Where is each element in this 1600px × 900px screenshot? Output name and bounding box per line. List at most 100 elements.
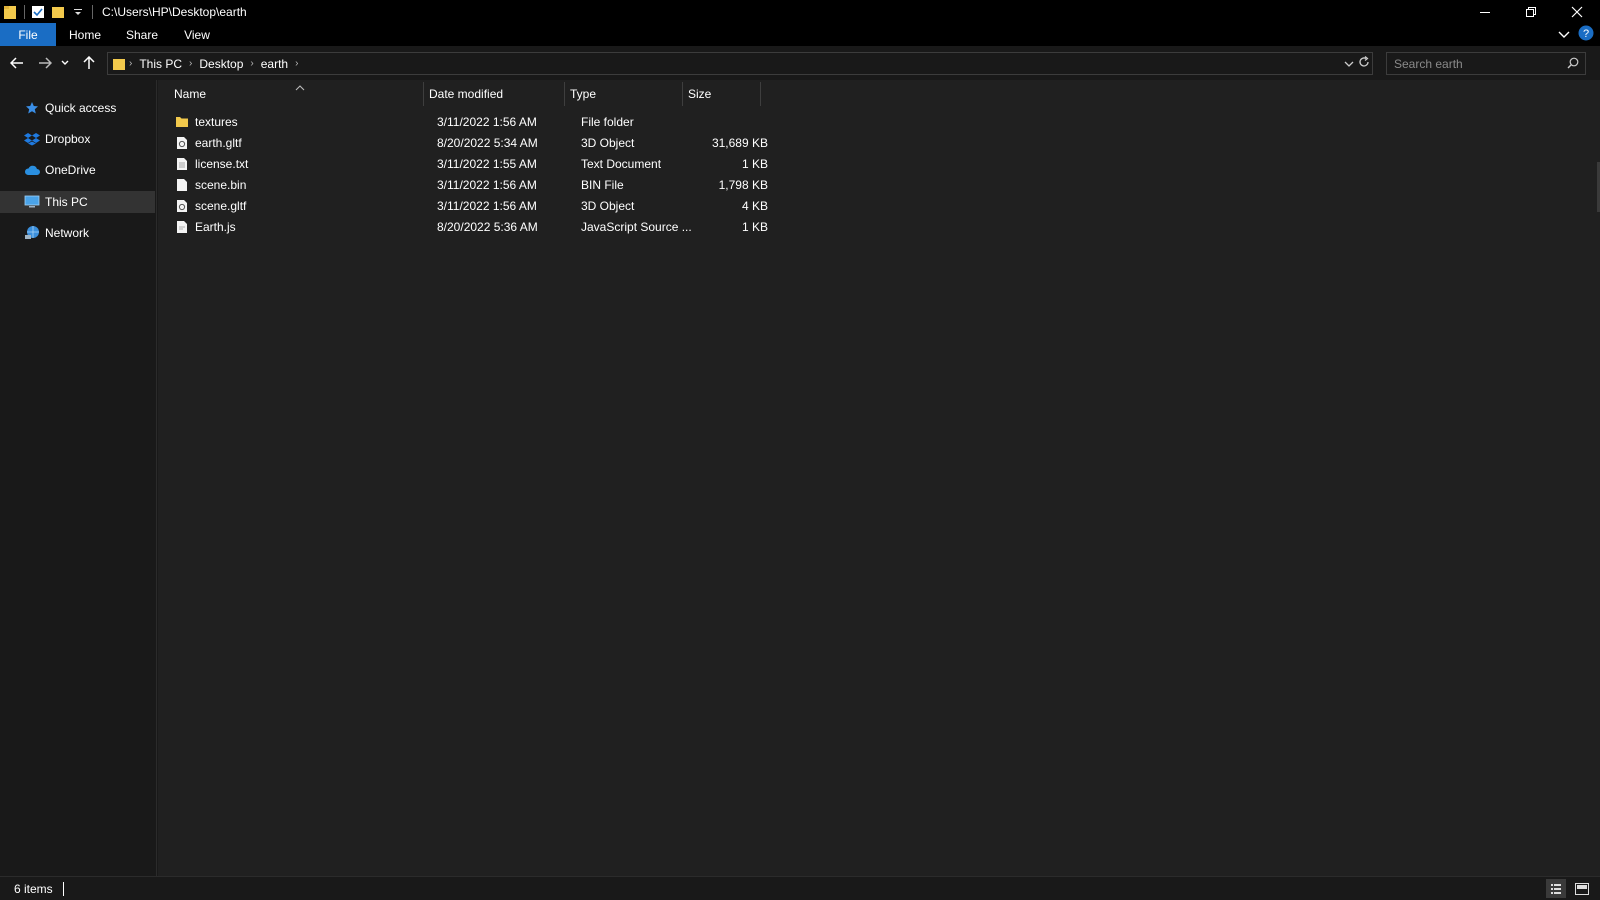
- help-icon[interactable]: ?: [1578, 25, 1594, 44]
- table-row[interactable]: textures 3/11/2022 1:56 AM File folder: [170, 111, 770, 132]
- tab-share[interactable]: Share: [114, 23, 170, 46]
- text-file-icon: [174, 156, 190, 172]
- file-name: earth.gltf: [195, 135, 242, 150]
- file-type: Text Document: [581, 156, 662, 171]
- file-name-cell: scene.gltf: [174, 195, 410, 216]
- address-controls: [1344, 55, 1370, 72]
- file-name: license.txt: [195, 156, 249, 171]
- file-type: JavaScript Source ...: [581, 219, 691, 234]
- expand-ribbon-icon[interactable]: [1558, 28, 1570, 42]
- file-type: File folder: [581, 114, 634, 129]
- sidebar-item-onedrive[interactable]: OneDrive: [0, 159, 155, 181]
- file-name-cell: textures: [174, 111, 410, 132]
- large-icons-view-button[interactable]: [1572, 879, 1592, 898]
- table-row[interactable]: scene.bin 3/11/2022 1:56 AM BIN File 1,7…: [170, 174, 770, 195]
- sidebar-item-label: Quick access: [45, 101, 117, 115]
- file-date: 3/11/2022 1:56 AM: [437, 114, 537, 129]
- js-file-icon: [174, 219, 190, 235]
- breadcrumb-desktop[interactable]: Desktop: [199, 57, 243, 71]
- toolbar-divider: [24, 4, 25, 19]
- file-name: Earth.js: [195, 219, 236, 234]
- file-icon: [174, 177, 190, 193]
- file-type: 3D Object: [581, 198, 635, 213]
- 3d-object-icon: [174, 135, 190, 151]
- column-header-date[interactable]: Date modified: [423, 80, 564, 108]
- view-toggles: [1546, 879, 1592, 898]
- file-size: 1,798 KB: [718, 177, 768, 192]
- file-size: 31,689 KB: [711, 135, 768, 150]
- file-name: scene.gltf: [195, 198, 247, 213]
- file-name: textures: [195, 114, 238, 129]
- sidebar-item-this-pc[interactable]: This PC: [0, 191, 155, 213]
- network-icon: [24, 225, 40, 241]
- forward-button[interactable]: [34, 52, 56, 74]
- file-list-view: Name Date modified Type Size textures 3/…: [158, 80, 1600, 876]
- tab-view[interactable]: View: [170, 23, 224, 46]
- search-input[interactable]: [1387, 56, 1557, 71]
- address-bar[interactable]: › This PC › Desktop › earth ›: [107, 52, 1373, 75]
- ribbon-tabs: File Home Share View ?: [0, 23, 1600, 46]
- column-divider[interactable]: [760, 82, 761, 106]
- sidebar-item-quick-access[interactable]: Quick access: [0, 97, 155, 119]
- recent-locations-button[interactable]: [58, 52, 72, 74]
- file-name-cell: license.txt: [174, 153, 410, 174]
- column-header-size[interactable]: Size: [682, 80, 760, 108]
- toolbar-divider: [92, 4, 93, 19]
- navigation-pane: Quick access Dropbox OneDrive This PC Ne…: [0, 80, 157, 876]
- close-button[interactable]: [1554, 0, 1600, 23]
- new-folder-icon[interactable]: [50, 4, 66, 20]
- search-box[interactable]: [1386, 52, 1586, 75]
- file-date: 3/11/2022 1:55 AM: [437, 156, 537, 171]
- file-type: BIN File: [581, 177, 624, 192]
- search-icon[interactable]: [1567, 57, 1579, 72]
- sidebar-item-network[interactable]: Network: [0, 222, 155, 244]
- quick-access-toolbar: [0, 0, 98, 23]
- tab-file[interactable]: File: [0, 23, 56, 46]
- file-date: 8/20/2022 5:36 AM: [437, 219, 538, 234]
- file-date: 3/11/2022 1:56 AM: [437, 177, 537, 192]
- file-name: scene.bin: [195, 177, 247, 192]
- folder-app-icon: [2, 4, 18, 20]
- 3d-object-icon: [174, 198, 190, 214]
- dropbox-icon: [24, 131, 40, 147]
- item-count: 6 items: [14, 881, 53, 896]
- file-size: 1 KB: [741, 156, 768, 171]
- column-header-type[interactable]: Type: [564, 80, 682, 108]
- file-name-cell: earth.gltf: [174, 132, 410, 153]
- minimize-button[interactable]: [1462, 0, 1508, 23]
- location-folder-icon: [112, 57, 126, 71]
- restore-button[interactable]: [1508, 0, 1554, 23]
- breadcrumb-this-pc[interactable]: This PC: [139, 57, 182, 71]
- file-type: 3D Object: [581, 135, 635, 150]
- table-row[interactable]: license.txt 3/11/2022 1:55 AM Text Docum…: [170, 153, 770, 174]
- star-icon: [24, 100, 40, 116]
- chevron-right-icon[interactable]: ›: [250, 58, 253, 69]
- details-view-button[interactable]: [1546, 879, 1566, 898]
- chevron-right-icon[interactable]: ›: [129, 58, 132, 69]
- sidebar-item-label: OneDrive: [45, 163, 96, 177]
- file-name-cell: Earth.js: [174, 216, 410, 237]
- tab-home[interactable]: Home: [56, 23, 114, 46]
- status-bar: 6 items: [0, 876, 1600, 900]
- chevron-right-icon[interactable]: ›: [295, 58, 298, 69]
- ribbon-right-controls: ?: [1558, 23, 1594, 46]
- sidebar-item-dropbox[interactable]: Dropbox: [0, 128, 155, 150]
- address-history-dropdown-icon[interactable]: [1344, 57, 1354, 71]
- file-size: 1 KB: [741, 219, 768, 234]
- back-button[interactable]: [6, 52, 28, 74]
- breadcrumb-earth[interactable]: earth: [261, 57, 288, 71]
- file-date: 3/11/2022 1:56 AM: [437, 198, 537, 213]
- navigation-bar: › This PC › Desktop › earth ›: [0, 46, 1600, 80]
- customize-toolbar-icon[interactable]: [70, 4, 86, 20]
- cloud-icon: [24, 162, 40, 178]
- file-name-cell: scene.bin: [174, 174, 410, 195]
- up-button[interactable]: [78, 52, 100, 74]
- refresh-icon[interactable]: [1358, 56, 1370, 71]
- table-row[interactable]: Earth.js 8/20/2022 5:36 AM JavaScript So…: [170, 216, 770, 237]
- table-row[interactable]: earth.gltf 8/20/2022 5:34 AM 3D Object 3…: [170, 132, 770, 153]
- chevron-right-icon[interactable]: ›: [189, 58, 192, 69]
- table-row[interactable]: scene.gltf 3/11/2022 1:56 AM 3D Object 4…: [170, 195, 770, 216]
- status-divider: [62, 881, 64, 896]
- column-header-name[interactable]: Name: [168, 80, 423, 108]
- properties-icon[interactable]: [30, 4, 46, 20]
